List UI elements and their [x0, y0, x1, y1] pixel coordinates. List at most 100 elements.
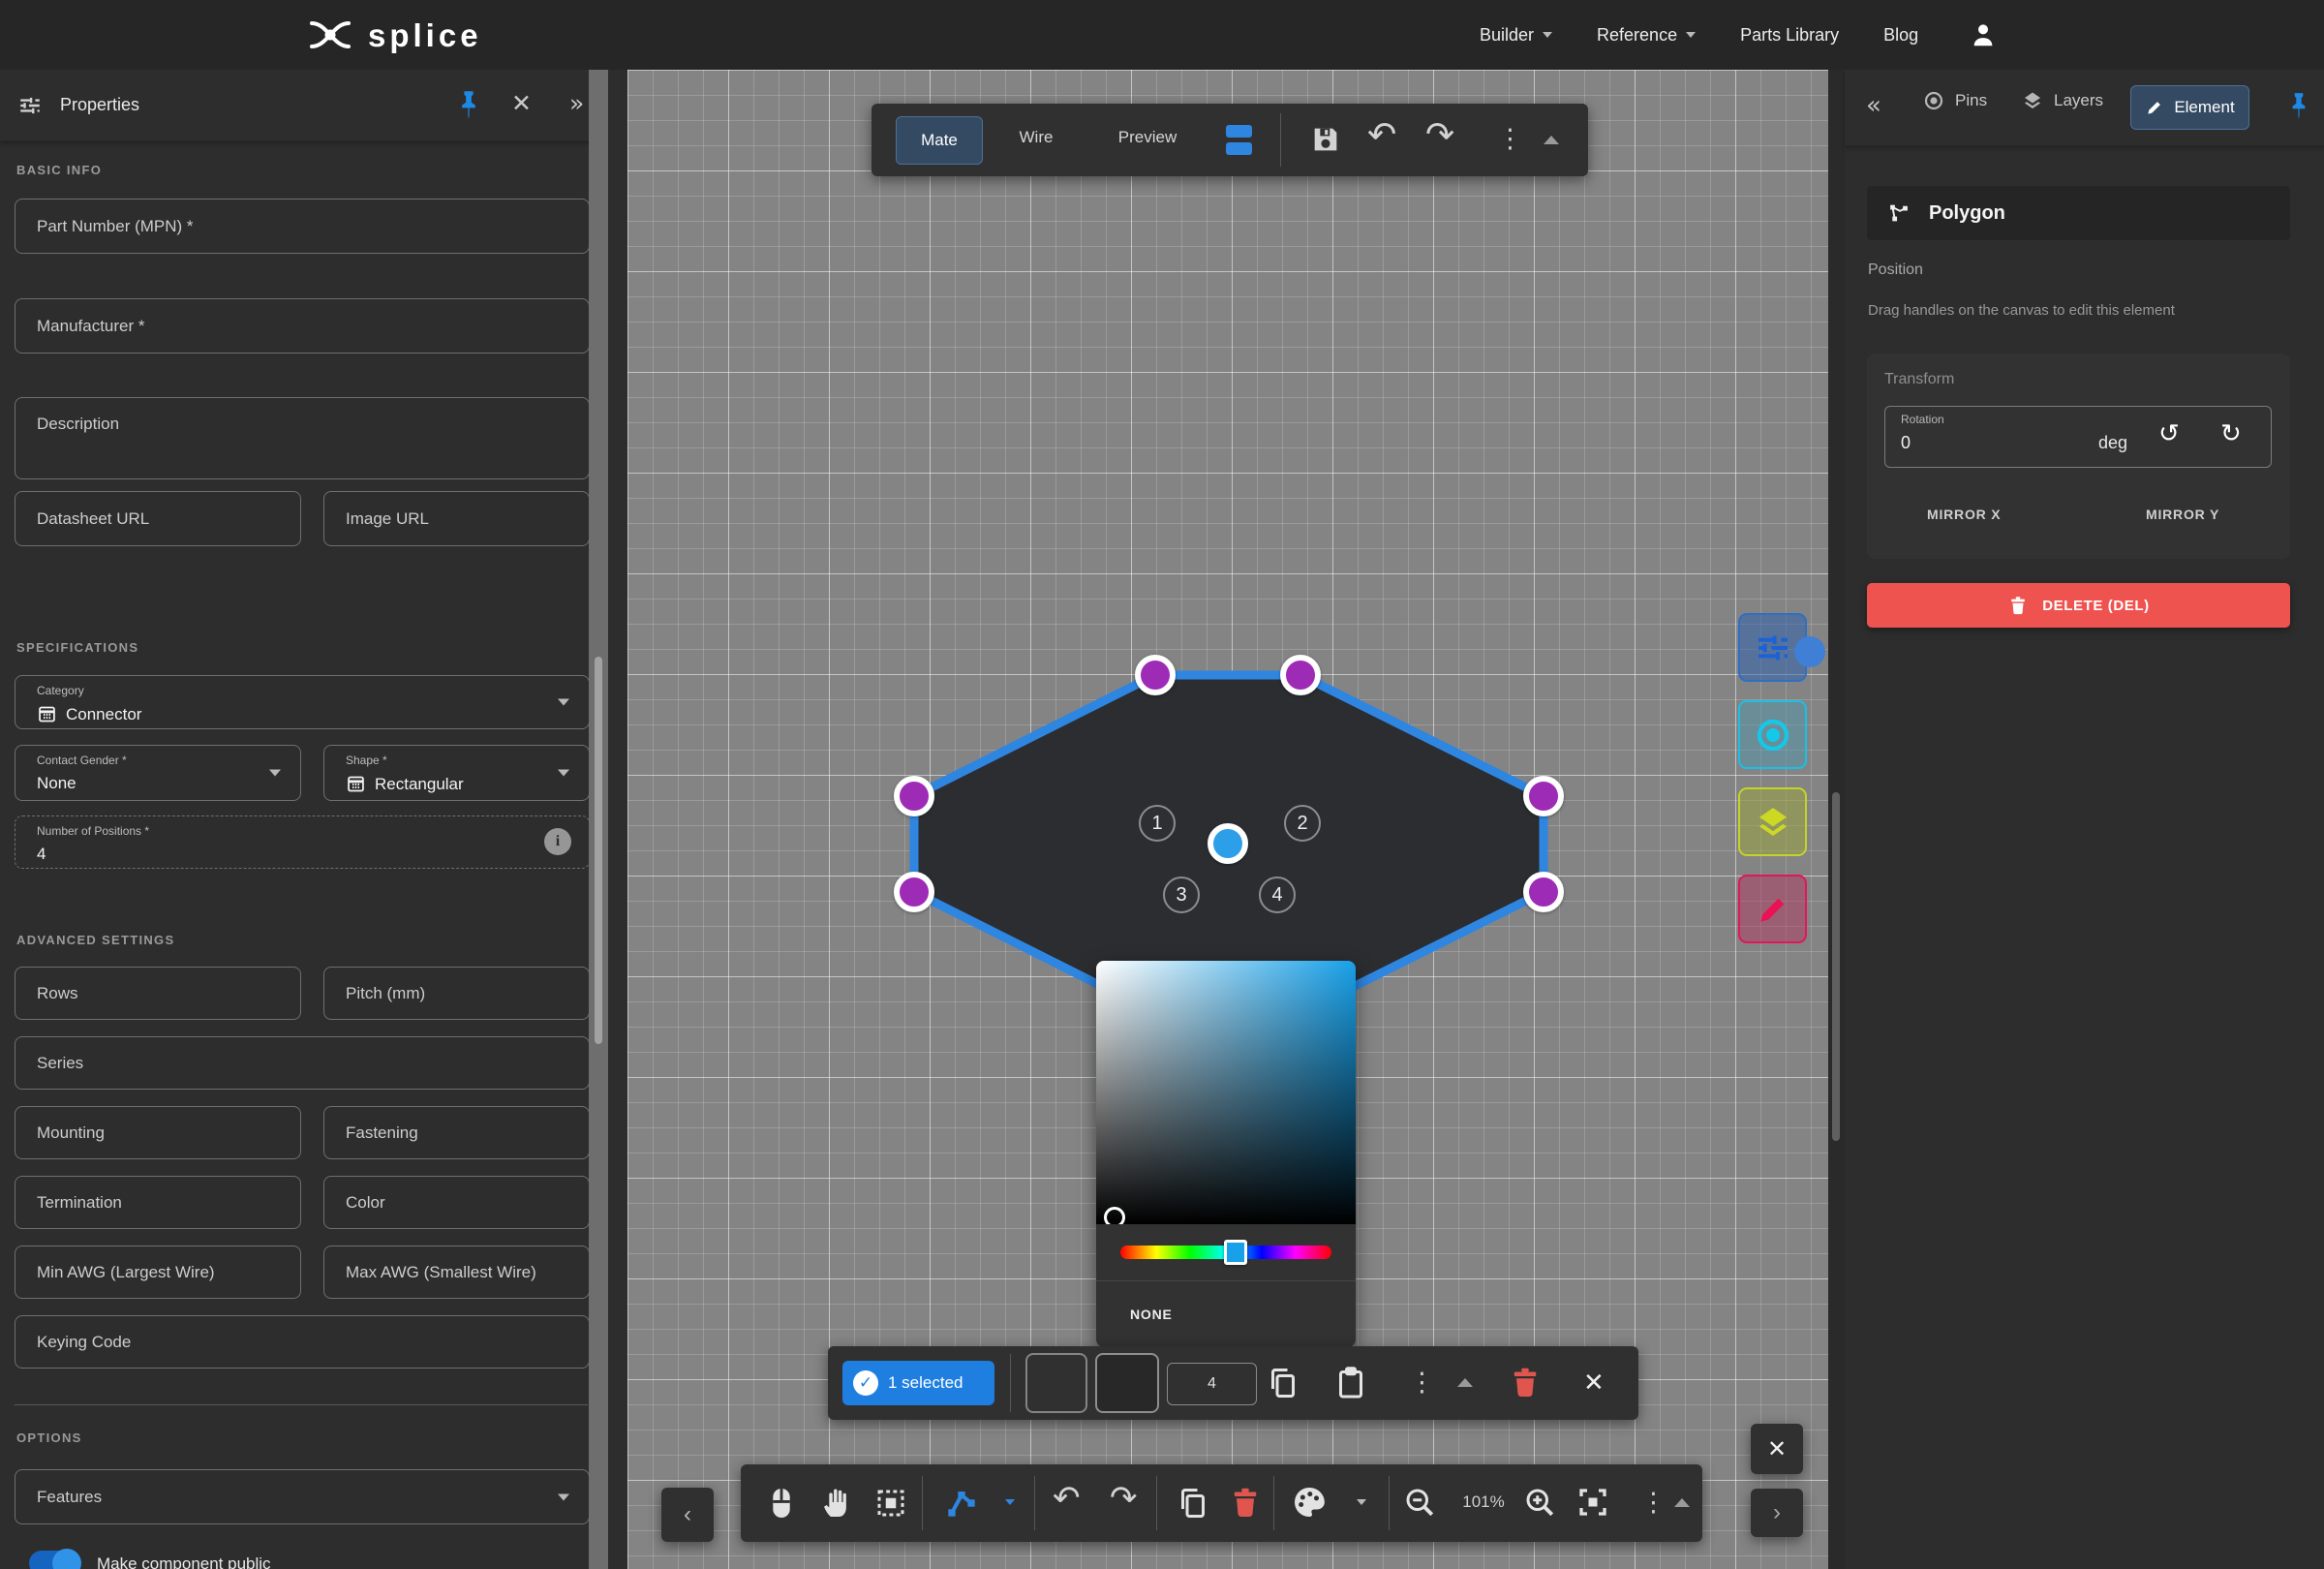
paste-icon[interactable] [1333, 1363, 1368, 1401]
collapse-toolbar-icon[interactable] [1544, 136, 1559, 144]
pin-1[interactable]: 1 [1139, 805, 1176, 842]
hue-handle[interactable] [1224, 1240, 1247, 1265]
rotate-ccw-icon[interactable]: ↺ [2158, 419, 2180, 448]
info-icon[interactable]: i [544, 828, 571, 855]
image-url-field[interactable]: Image URL [323, 491, 590, 546]
fit-view-icon[interactable] [1575, 1485, 1610, 1520]
duplicate-icon[interactable] [1176, 1484, 1210, 1523]
tab-wire[interactable]: Wire [1002, 128, 1070, 147]
make-public-toggle[interactable] [29, 1551, 79, 1569]
user-account-icon[interactable] [1969, 20, 1998, 49]
expand-left-panel-button[interactable]: ‹ [661, 1488, 714, 1542]
color-field[interactable]: Color [323, 1176, 590, 1229]
contact-gender-select[interactable]: Contact Gender * None [15, 745, 301, 801]
delete-element-button[interactable]: DELETE (DEL) [1867, 583, 2290, 628]
close-panel-icon[interactable]: ✕ [511, 89, 532, 118]
redo-icon[interactable]: ↷ [1425, 115, 1454, 155]
edit-tool-button[interactable] [1738, 875, 1807, 943]
selection-count-badge[interactable]: ✓ 1 selected [842, 1361, 994, 1405]
nav-builder[interactable]: Builder [1480, 25, 1552, 46]
pin-3[interactable]: 3 [1163, 877, 1200, 913]
rotate-cw-icon[interactable]: ↻ [2220, 419, 2242, 448]
undo-icon[interactable]: ↶ [1053, 1479, 1081, 1518]
nav-reference[interactable]: Reference [1597, 25, 1696, 46]
copy-icon[interactable] [1266, 1365, 1300, 1401]
tab-mate[interactable]: Mate [896, 116, 983, 165]
more-options-icon[interactable]: ⋮ [1409, 1369, 1435, 1396]
min-awg-field[interactable]: Min AWG (Largest Wire) [15, 1246, 301, 1299]
category-select[interactable]: Category Connector [15, 675, 590, 729]
close-overlay-button[interactable]: ✕ [1751, 1424, 1803, 1474]
save-icon[interactable] [1309, 123, 1342, 156]
tab-preview[interactable]: Preview [1101, 128, 1194, 147]
hue-slider[interactable] [1120, 1246, 1331, 1259]
mirror-y-button[interactable]: MIRROR Y [2146, 507, 2219, 522]
series-field[interactable]: Series [15, 1036, 590, 1090]
vertex-handle[interactable] [1135, 655, 1176, 695]
undo-icon[interactable]: ↶ [1367, 115, 1396, 155]
keying-code-field[interactable]: Keying Code [15, 1315, 590, 1369]
positions-count-input[interactable]: 4 [1167, 1363, 1257, 1405]
layout-bars-icon[interactable] [1226, 125, 1252, 155]
polyline-tool-icon[interactable] [942, 1484, 981, 1523]
palette-icon[interactable] [1290, 1483, 1329, 1522]
pin-2[interactable]: 2 [1284, 805, 1321, 842]
termination-field[interactable]: Termination [15, 1176, 301, 1229]
editor-canvas[interactable]: 1 2 3 4 Mate Wire Preview ↶ ↷ ⋮ [627, 70, 1845, 1569]
tab-layers[interactable]: Layers [2021, 89, 2103, 112]
vertex-handle[interactable] [894, 776, 934, 816]
pitch-field[interactable]: Pitch (mm) [323, 967, 590, 1020]
nav-parts-library[interactable]: Parts Library [1740, 25, 1839, 46]
zoom-out-icon[interactable] [1402, 1485, 1437, 1520]
features-select[interactable]: Features [15, 1469, 590, 1524]
palette-dropdown-icon[interactable] [1357, 1499, 1366, 1505]
nav-blog[interactable]: Blog [1883, 25, 1918, 46]
properties-tool-button[interactable] [1738, 613, 1807, 682]
rows-field[interactable]: Rows [15, 967, 301, 1020]
expand-right-panel-button[interactable]: › [1751, 1489, 1803, 1537]
collapse-bar-icon[interactable] [1457, 1378, 1473, 1387]
layers-tool-button[interactable] [1738, 787, 1807, 856]
more-options-icon[interactable]: ⋮ [1497, 126, 1523, 152]
none-color-option[interactable]: NONE [1130, 1307, 1173, 1322]
rotation-value[interactable]: 0 [1901, 433, 1911, 453]
shape-select[interactable]: Shape * Rectangular [323, 745, 590, 801]
fill-color-swatch[interactable] [1025, 1353, 1087, 1413]
mounting-field[interactable]: Mounting [15, 1106, 301, 1159]
tab-pins[interactable]: Pins [1922, 89, 1987, 112]
collapse-panel-icon[interactable]: » [569, 89, 584, 117]
redo-icon[interactable]: ↷ [1110, 1479, 1138, 1518]
vertex-handle[interactable] [1523, 872, 1564, 912]
panel-scrollbar[interactable] [589, 70, 608, 1569]
delete-selection-icon[interactable] [1508, 1364, 1543, 1400]
description-field[interactable]: Description [15, 397, 590, 479]
vertex-handle[interactable] [1523, 776, 1564, 816]
vertex-handle[interactable] [894, 872, 934, 912]
saturation-gradient[interactable] [1096, 961, 1356, 1224]
pin-panel-icon[interactable] [455, 89, 482, 120]
close-selection-icon[interactable]: ✕ [1583, 1368, 1605, 1398]
polyline-tool-dropdown-icon[interactable] [1005, 1499, 1015, 1505]
delete-icon[interactable] [1228, 1483, 1263, 1522]
vertex-handle[interactable] [1280, 655, 1321, 695]
mouse-tool-icon[interactable] [763, 1484, 800, 1523]
pan-hand-icon[interactable] [819, 1482, 856, 1523]
drag-dot[interactable] [1794, 636, 1825, 667]
datasheet-url-field[interactable]: Datasheet URL [15, 491, 301, 546]
number-of-positions-field[interactable]: Number of Positions * 4 i [15, 815, 590, 869]
collapse-panel-icon[interactable]: « [1866, 91, 1881, 120]
stroke-color-swatch[interactable] [1095, 1353, 1159, 1413]
pin-4[interactable]: 4 [1259, 877, 1296, 913]
center-handle[interactable] [1208, 823, 1248, 864]
tab-element[interactable]: Element [2130, 85, 2249, 130]
zoom-in-icon[interactable] [1522, 1485, 1557, 1520]
collapse-toolbar-icon[interactable] [1674, 1498, 1690, 1507]
part-number-field[interactable]: Part Number (MPN) * [15, 199, 590, 254]
manufacturer-field[interactable]: Manufacturer * [15, 298, 590, 354]
logo-text[interactable]: splice [368, 17, 482, 54]
more-options-icon[interactable]: ⋮ [1640, 1490, 1667, 1516]
pin-panel-icon[interactable] [2286, 91, 2311, 120]
pins-tool-button[interactable] [1738, 700, 1807, 769]
select-region-icon[interactable] [873, 1486, 908, 1521]
max-awg-field[interactable]: Max AWG (Smallest Wire) [323, 1246, 590, 1299]
